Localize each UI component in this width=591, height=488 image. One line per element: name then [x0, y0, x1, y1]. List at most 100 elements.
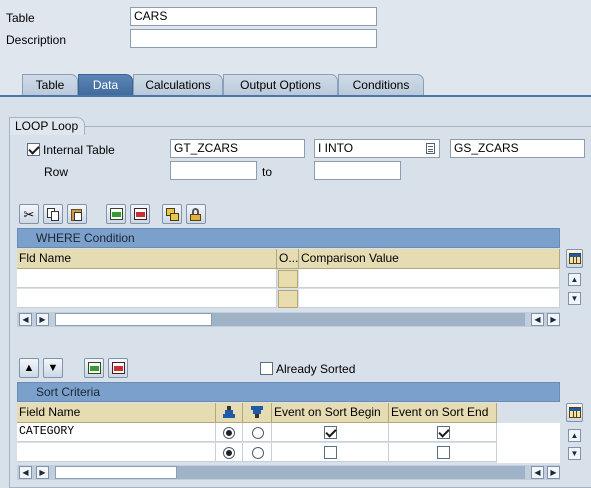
sort-column-settings-button[interactable]: [566, 403, 583, 422]
into-field[interactable]: I INTO: [314, 139, 440, 158]
sort-row-2-end-checkbox[interactable]: [437, 446, 450, 459]
description-field[interactable]: [130, 29, 377, 48]
where-row-1-operator[interactable]: [278, 270, 298, 288]
where-hscroll-left[interactable]: ◀: [19, 313, 32, 326]
sort-table-title: Sort Criteria: [17, 382, 560, 402]
internal-table-label: Internal Table: [43, 143, 115, 157]
where-row-1-value[interactable]: [299, 269, 560, 288]
where-row-2-operator[interactable]: [278, 290, 298, 308]
where-column-settings-button[interactable]: [566, 249, 583, 268]
copy-icon: [47, 207, 59, 221]
insert-row-icon: [87, 362, 101, 374]
where-row-1-field[interactable]: [17, 269, 277, 288]
sort-row-1-descending-radio[interactable]: [252, 427, 264, 439]
move-up-button[interactable]: ▲: [19, 358, 39, 378]
sort-table-empty-area: [497, 423, 560, 463]
scroll-up-icon: ▲: [570, 275, 579, 284]
scroll-down-icon: ▼: [570, 294, 579, 303]
table-field[interactable]: CARS: [130, 7, 377, 26]
sort-hscroll-track: [177, 466, 525, 479]
where-scroll-up[interactable]: ▲: [568, 273, 581, 286]
sort-col-event-begin[interactable]: Event on Sort Begin: [272, 403, 389, 423]
sort-row-1-field[interactable]: CATEGORY: [17, 423, 216, 442]
lock-icon: [190, 207, 202, 221]
where-row-2-value[interactable]: [299, 289, 560, 308]
tab-calculations[interactable]: Calculations: [133, 74, 223, 96]
sort-scroll-down[interactable]: ▼: [568, 447, 581, 460]
sort-hscroll-thumb[interactable]: [55, 466, 177, 479]
where-hscroll2-left[interactable]: ◀: [531, 313, 544, 326]
where-scroll-down[interactable]: ▼: [568, 292, 581, 305]
move-down-icon: ▼: [47, 361, 59, 374]
tab-data[interactable]: Data: [78, 74, 133, 96]
where-hscroll-right[interactable]: ▶: [36, 313, 49, 326]
already-sorted-label: Already Sorted: [276, 362, 356, 376]
sort-row-2-begin-checkbox[interactable]: [324, 446, 337, 459]
sort-row-1-ascending-radio[interactable]: [223, 427, 235, 439]
sort-ascending-icon: [223, 406, 235, 419]
move-up-icon: ▲: [23, 361, 35, 374]
tab-table[interactable]: Table: [22, 74, 78, 96]
sort-col-descending[interactable]: [243, 403, 272, 423]
sort-hscroll-right[interactable]: ▶: [36, 466, 49, 479]
sort-descending-icon: [251, 406, 263, 419]
already-sorted-checkbox[interactable]: [260, 362, 273, 375]
cut-button[interactable]: ✂: [19, 204, 39, 224]
row-to-field[interactable]: [314, 161, 401, 180]
scroll-right-icon: ▶: [550, 468, 557, 477]
sort-col-ascending[interactable]: [216, 403, 243, 423]
where-col-operator[interactable]: O...: [277, 249, 299, 269]
copy-button[interactable]: [43, 204, 63, 224]
where-table-title: WHERE Condition: [17, 228, 560, 248]
cut-icon: ✂: [23, 206, 35, 222]
sort-col-field-name[interactable]: Field Name: [17, 403, 216, 423]
copy-rows-icon: [165, 207, 179, 221]
sort-row-2-descending-radio[interactable]: [252, 447, 264, 459]
sort-scroll-up[interactable]: ▲: [568, 429, 581, 442]
where-col-comparison-value[interactable]: Comparison Value: [299, 249, 560, 269]
internal-table-checkbox[interactable]: [27, 143, 40, 156]
delete-row-button[interactable]: [130, 204, 150, 224]
sort-delete-row-button[interactable]: [108, 358, 128, 378]
sort-hscroll2-right[interactable]: ▶: [547, 466, 560, 479]
sort-row-2-ascending-radio[interactable]: [223, 447, 235, 459]
where-hscroll-thumb[interactable]: [55, 313, 212, 326]
scroll-right-icon: ▶: [39, 315, 46, 324]
scroll-right-icon: ▶: [39, 468, 46, 477]
tab-output-options[interactable]: Output Options: [223, 74, 338, 96]
scroll-right-icon: ▶: [550, 315, 557, 324]
where-col-field-name[interactable]: Fld Name: [17, 249, 277, 269]
paste-button[interactable]: [67, 204, 87, 224]
sort-hscroll-left[interactable]: ◀: [19, 466, 32, 479]
sort-row-2-field[interactable]: [17, 443, 216, 462]
scroll-down-icon: ▼: [570, 449, 579, 458]
sort-hscroll2-left[interactable]: ◀: [531, 466, 544, 479]
scroll-left-icon: ◀: [22, 468, 29, 477]
scroll-left-icon: ◀: [22, 315, 29, 324]
row-from-field[interactable]: [170, 161, 257, 180]
sort-insert-row-button[interactable]: [84, 358, 104, 378]
internal-table-field[interactable]: GT_ZCARS: [170, 139, 305, 158]
move-down-button[interactable]: ▼: [43, 358, 63, 378]
value-help-icon[interactable]: [426, 143, 435, 154]
paste-icon: [71, 208, 83, 221]
to-label: to: [262, 165, 273, 179]
lock-button[interactable]: [186, 204, 206, 224]
scroll-left-icon: ◀: [534, 468, 541, 477]
where-row-2-field[interactable]: [17, 289, 277, 308]
target-field[interactable]: GS_ZCARS: [450, 139, 585, 158]
sort-col-event-end[interactable]: Event on Sort End: [389, 403, 497, 423]
copy-rows-button[interactable]: [162, 204, 182, 224]
sort-row-1-end-checkbox[interactable]: [437, 426, 450, 439]
sort-row-1-begin-checkbox[interactable]: [324, 426, 337, 439]
description-label: Description: [6, 33, 67, 47]
delete-row-icon: [111, 362, 125, 374]
tab-conditions[interactable]: Conditions: [338, 74, 424, 96]
row-label: Row: [44, 165, 69, 179]
where-hscroll2-right[interactable]: ▶: [547, 313, 560, 326]
insert-row-button[interactable]: [106, 204, 126, 224]
scroll-left-icon: ◀: [534, 315, 541, 324]
delete-row-icon: [133, 208, 147, 220]
table-label: Table: [6, 11, 35, 25]
column-settings-icon: [568, 407, 581, 418]
